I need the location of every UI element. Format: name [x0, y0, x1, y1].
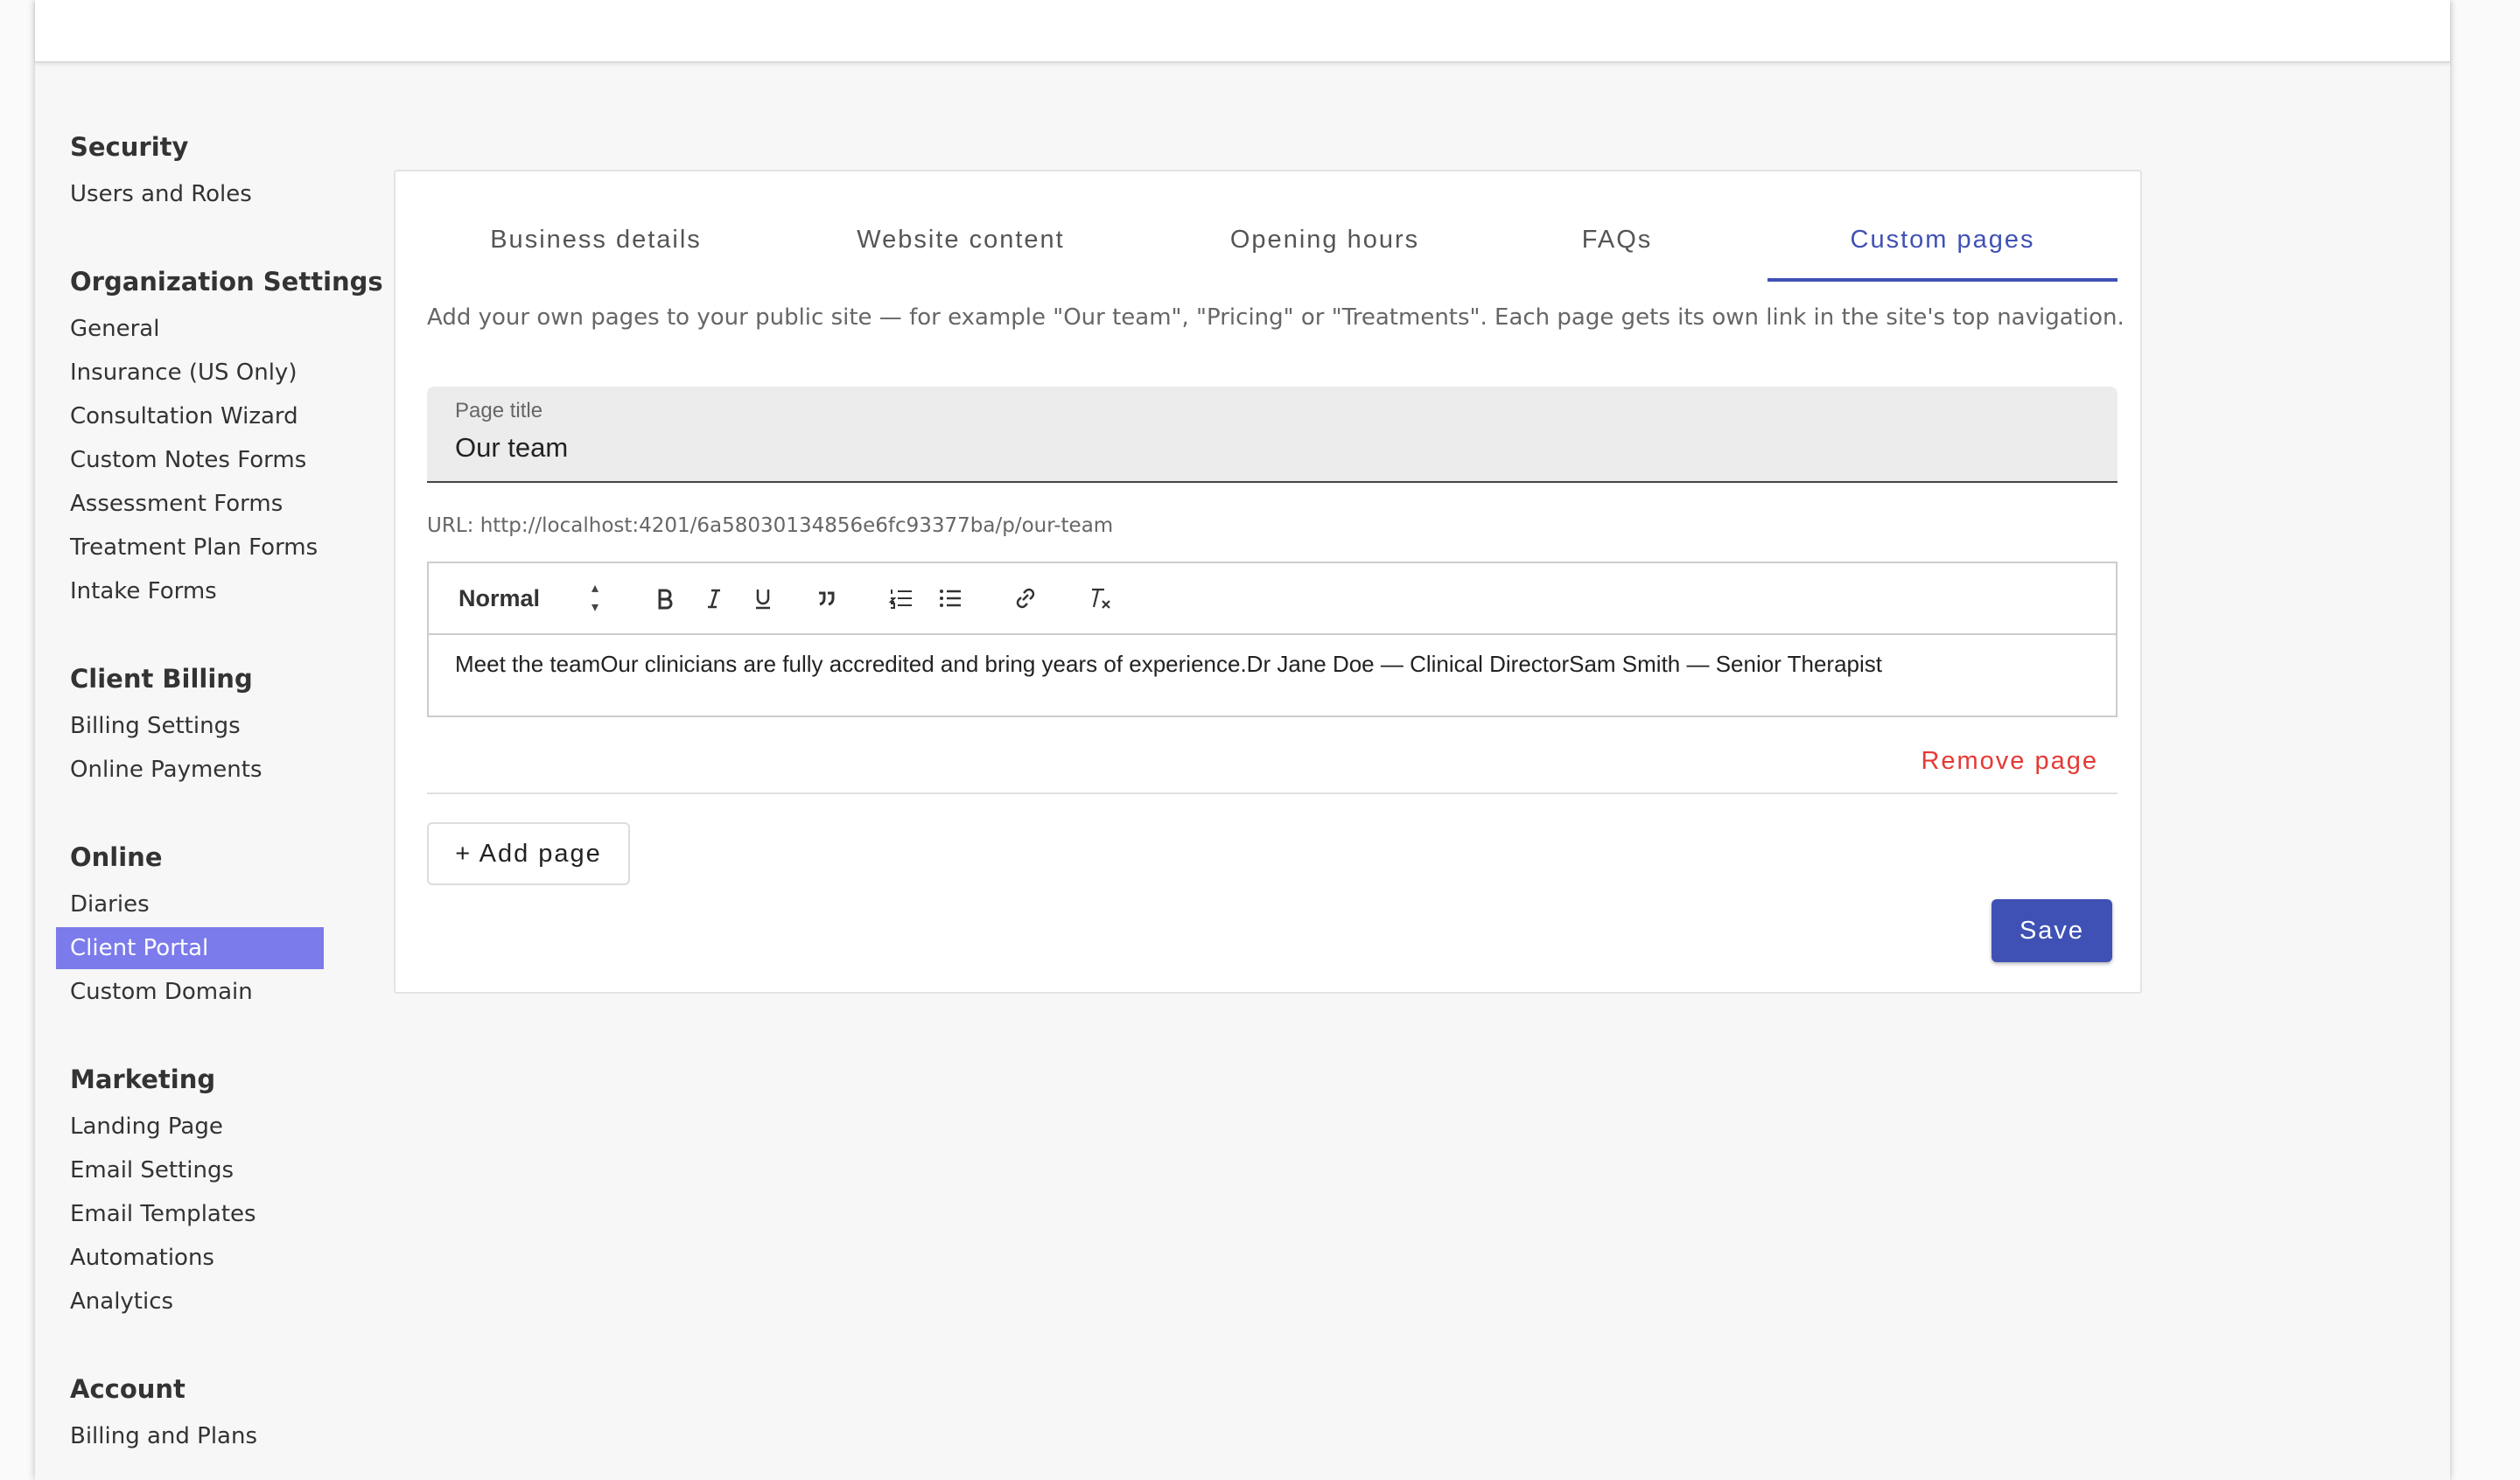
sidebar-item-billing-settings[interactable]: Billing Settings [56, 705, 324, 747]
tab-business-details[interactable]: Business details [460, 198, 732, 282]
sidebar-item-automations[interactable]: Automations [56, 1237, 324, 1279]
blockquote-icon[interactable] [808, 581, 844, 616]
rich-text-editor: Normal ▴ ▾ Meet the teamOur clinicians a… [427, 562, 2118, 717]
format-select[interactable]: Normal ▴ ▾ [458, 579, 607, 618]
sidebar-heading-client-billing: Client Billing [70, 664, 253, 694]
app-window: Security Users and Roles Organization Se… [35, 0, 2450, 1480]
tab-bar: Business details Website content Opening… [427, 198, 2118, 282]
save-button[interactable]: Save [1992, 899, 2112, 962]
sidebar-item-landing-page[interactable]: Landing Page [56, 1106, 324, 1148]
sidebar-item-email-templates[interactable]: Email Templates [56, 1193, 324, 1235]
sidebar-heading-security: Security [70, 132, 189, 162]
format-select-value: Normal [458, 585, 541, 611]
client-portal-card: Business details Website content Opening… [394, 170, 2142, 994]
tab-faqs[interactable]: FAQs [1556, 198, 1678, 282]
sidebar-item-email-settings[interactable]: Email Settings [56, 1149, 324, 1191]
link-icon[interactable] [1008, 581, 1043, 616]
sidebar-item-custom-notes-forms[interactable]: Custom Notes Forms [56, 439, 324, 481]
page-title-label: Page title [455, 399, 543, 422]
italic-icon[interactable] [696, 581, 732, 616]
page-title-input[interactable] [455, 429, 2082, 467]
bullet-list-icon[interactable] [933, 581, 968, 616]
editor-toolbar: Normal ▴ ▾ [429, 563, 2116, 635]
sidebar-item-users-and-roles[interactable]: Users and Roles [56, 173, 324, 215]
sidebar-item-general[interactable]: General [56, 308, 324, 350]
sidebar-item-intake-forms[interactable]: Intake Forms [56, 570, 324, 612]
sidebar-heading-organization-settings: Organization Settings [70, 267, 383, 297]
underline-icon[interactable] [746, 581, 780, 616]
select-arrows-icon: ▴ ▾ [591, 581, 598, 615]
sidebar-item-consultation-wizard[interactable]: Consultation Wizard [56, 395, 324, 437]
sidebar-item-custom-domain[interactable]: Custom Domain [56, 971, 324, 1013]
sidebar-item-diaries[interactable]: Diaries [56, 883, 324, 925]
page-title-field[interactable]: Page title [427, 387, 2118, 483]
sidebar-item-billing-and-plans[interactable]: Billing and Plans [56, 1415, 324, 1457]
add-page-button[interactable]: + Add page [427, 822, 630, 885]
sidebar-item-client-portal[interactable]: Client Portal [56, 927, 324, 969]
sidebar-heading-account: Account [70, 1374, 186, 1404]
tab-custom-pages[interactable]: Custom pages [1768, 198, 2118, 282]
page-url-text: URL: http://localhost:4201/6a58030134856… [427, 514, 1114, 537]
sidebar-item-treatment-plan-forms[interactable]: Treatment Plan Forms [56, 527, 324, 569]
tab-website-content[interactable]: Website content [830, 198, 1092, 282]
sidebar-heading-online: Online [70, 842, 163, 872]
ordered-list-icon[interactable] [884, 581, 919, 616]
remove-page-button[interactable]: Remove page [1921, 747, 2098, 776]
bold-icon[interactable] [648, 581, 682, 616]
sidebar-item-analytics[interactable]: Analytics [56, 1281, 324, 1323]
sidebar-item-insurance[interactable]: Insurance (US Only) [56, 352, 324, 394]
top-bar [35, 0, 2450, 63]
editor-content[interactable]: Meet the teamOur clinicians are fully ac… [455, 651, 1882, 678]
sidebar-item-online-payments[interactable]: Online Payments [56, 749, 324, 791]
sidebar-item-assessment-forms[interactable]: Assessment Forms [56, 483, 324, 525]
clear-format-icon[interactable] [1083, 581, 1118, 616]
sidebar-heading-marketing: Marketing [70, 1065, 216, 1094]
custom-pages-description: Add your own pages to your public site —… [427, 304, 2124, 331]
section-divider [427, 792, 2118, 794]
tab-opening-hours[interactable]: Opening hours [1194, 198, 1456, 282]
